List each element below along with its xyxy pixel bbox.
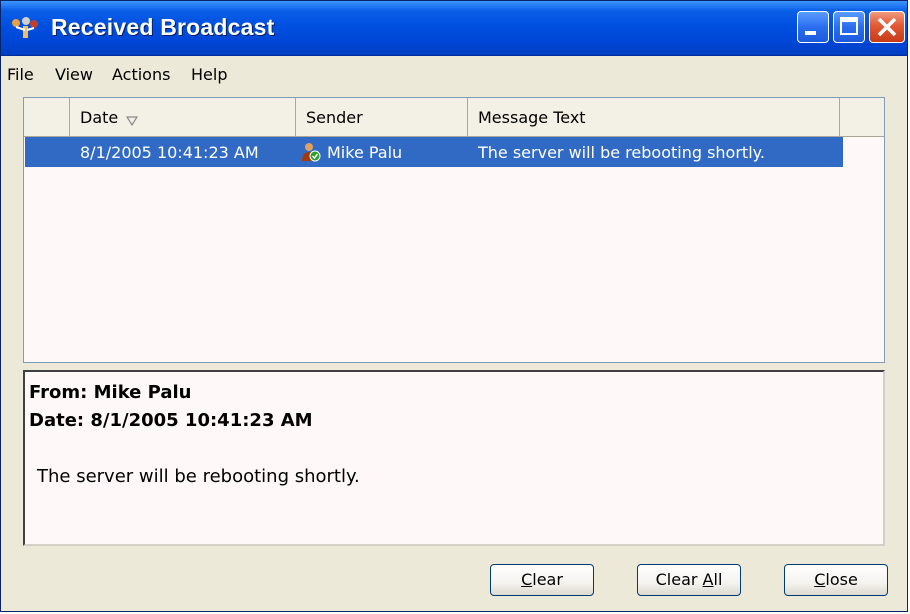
maximize-button[interactable] [833, 11, 865, 43]
clear-button[interactable]: Clear [490, 564, 594, 596]
list-header: Date Sender Message Text [24, 98, 884, 137]
clear-accelerator: C [521, 570, 533, 589]
column-header-date[interactable]: Date [70, 98, 296, 136]
minimize-button[interactable] [797, 11, 829, 43]
window-title: Received Broadcast [51, 14, 275, 40]
received-broadcast-window: Received Broadcast File View Actions Hel… [0, 0, 908, 612]
minimize-icon [805, 31, 816, 35]
user-icon [302, 143, 321, 162]
close-window-button[interactable] [869, 11, 905, 43]
column-header-sender[interactable]: Sender [296, 98, 468, 136]
column-header-sender-label: Sender [306, 108, 363, 127]
clear-all-label-before: Clear [655, 570, 703, 589]
menu-help[interactable]: Help [191, 65, 227, 84]
column-header-message[interactable]: Message Text [468, 98, 840, 136]
column-header-filler [840, 98, 884, 136]
maximize-icon [840, 17, 858, 35]
menu-bar: File View Actions Help [1, 57, 907, 87]
column-header-date-label: Date [80, 108, 119, 127]
row-message: The server will be rebooting shortly. [478, 143, 765, 162]
clear-all-label-after: ll [713, 570, 723, 589]
clear-all-accelerator: A [702, 570, 714, 589]
table-row[interactable]: 8/1/2005 10:41:23 AM Mike Palu The serve… [25, 137, 843, 167]
column-header-blank[interactable] [24, 98, 70, 136]
title-bar[interactable]: Received Broadcast [1, 1, 907, 56]
broadcast-list[interactable]: Date Sender Message Text 8/1/2005 10:41:… [23, 97, 885, 363]
close-button[interactable]: Close [784, 564, 888, 596]
sort-descending-icon [126, 116, 138, 126]
close-icon [877, 17, 897, 37]
detail-from: From: Mike Palu [29, 382, 192, 403]
row-date: 8/1/2005 10:41:23 AM [80, 143, 259, 162]
close-label-after: lose [825, 570, 858, 589]
close-accelerator: C [814, 570, 826, 589]
message-detail-pane[interactable]: From: Mike Palu Date: 8/1/2005 10:41:23 … [23, 370, 885, 546]
menu-file[interactable]: File [7, 65, 34, 84]
detail-date: Date: 8/1/2005 10:41:23 AM [29, 410, 313, 431]
clear-label-after: lear [532, 570, 563, 589]
menu-actions[interactable]: Actions [112, 65, 170, 84]
row-sender: Mike Palu [327, 143, 403, 162]
clear-all-button[interactable]: Clear All [637, 564, 741, 596]
menu-view[interactable]: View [55, 65, 93, 84]
detail-message-body: The server will be rebooting shortly. [37, 466, 360, 487]
column-header-message-label: Message Text [478, 108, 586, 127]
broadcast-icon [12, 17, 38, 38]
